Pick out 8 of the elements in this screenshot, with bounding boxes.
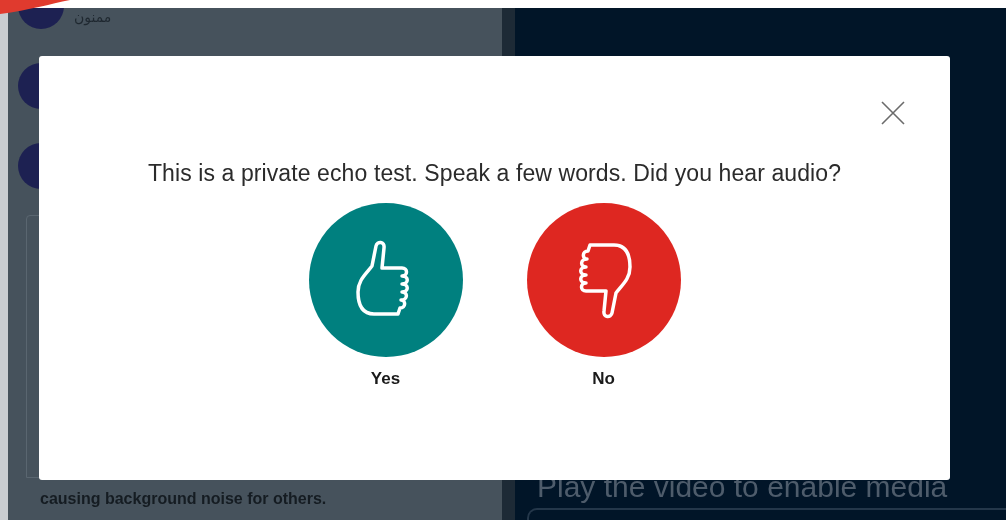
corner-badge	[0, 0, 70, 14]
dialog-message: This is a private echo test. Speak a few words. Did you hear audio?	[147, 160, 842, 187]
thumbs-up-icon	[308, 203, 463, 357]
no-button[interactable]: No	[526, 203, 681, 389]
yes-button[interactable]: Yes	[308, 203, 463, 389]
thumbs-down-icon	[526, 203, 681, 357]
notice-text: causing background noise for others.	[40, 490, 328, 508]
close-icon[interactable]	[881, 101, 905, 125]
